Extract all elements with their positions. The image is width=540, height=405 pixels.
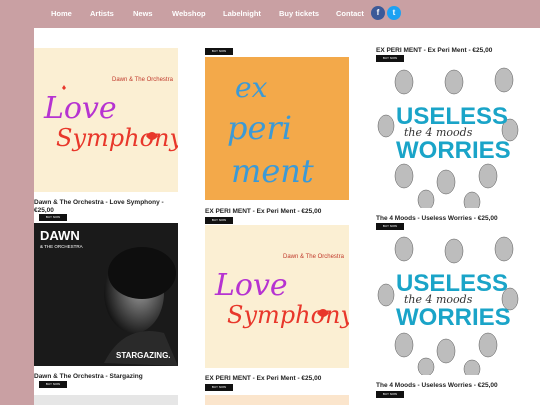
product-caption-love-symphony[interactable]: Dawn & The Orchestra - Love Symphony - €… (34, 199, 184, 214)
art-title-line1: ex (235, 71, 268, 104)
album-cover-ex-peri-ment[interactable]: ex peri ment (205, 57, 349, 200)
next-product-image-partial (205, 395, 349, 405)
buy-now-button[interactable]: BUY NOW (376, 55, 404, 62)
art-script: the 4 moods (404, 126, 473, 139)
art-title-line2: Symphony (56, 124, 178, 152)
art-title-line1: Love (43, 91, 117, 126)
ex-peri-ment-art: ex peri ment (205, 57, 349, 200)
album-cover-love-symphony-2[interactable]: Dawn & The Orchestra Love Symphony (205, 225, 349, 368)
buy-now-button[interactable]: BUY NOW (376, 391, 404, 398)
product-card-love-symphony-2[interactable]: Dawn & The Orchestra Love Symphony EX PE… (205, 223, 365, 405)
album-cover-stargazing[interactable]: DAWN & THE ORCHESTRA STARGAZING. (34, 223, 178, 366)
love-symphony-art-2: Dawn & The Orchestra Love Symphony (214, 254, 349, 329)
product-card-useless-worries-2[interactable]: USELESS WORRIES the 4 moods The 4 Moods … (376, 233, 540, 405)
art-title-line2: Symphony (227, 301, 349, 329)
product-caption-useless-worries-2[interactable]: The 4 Moods - Useless Worries - €25,00 (376, 382, 536, 390)
nav-artists[interactable]: Artists (90, 9, 114, 18)
product-caption-ex-peri-ment-2[interactable]: EX PERI MENT - Ex Peri Ment - €25,00 (205, 375, 355, 383)
stargazing-art: DAWN & THE ORCHESTRA STARGAZING. (34, 223, 178, 366)
top-navigation: Home Artists News Webshop Labelnight Buy… (0, 0, 540, 28)
album-cover-useless-worries[interactable]: USELESS WORRIES the 4 moods (376, 64, 520, 208)
buy-now-button[interactable]: BUY NOW (39, 214, 67, 221)
useless-worries-art: USELESS WORRIES the 4 moods (377, 67, 519, 208)
twitter-icon[interactable]: t (387, 6, 401, 20)
facebook-icon[interactable]: f (371, 6, 385, 20)
art-title-line2: peri (227, 109, 292, 147)
art-artist-name: Dawn & The Orchestra (283, 254, 345, 260)
buy-now-button[interactable]: BUY NOW (376, 223, 404, 230)
art-script: the 4 moods (404, 293, 473, 306)
webshop-grid: Dawn & The Orchestra Love Symphony Dawn … (34, 28, 540, 405)
nav-buy-tickets[interactable]: Buy tickets (279, 9, 319, 18)
art-title: STARGAZING. (116, 351, 171, 360)
art-title-line2: WORRIES (396, 304, 511, 331)
product-card-stargazing[interactable]: DAWN & THE ORCHESTRA STARGAZING. Dawn & … (34, 223, 194, 405)
love-symphony-art: Dawn & The Orchestra Love Symphony (43, 77, 178, 152)
nav-home[interactable]: Home (51, 9, 72, 18)
art-artist-name: Dawn & The Orchestra (112, 77, 174, 83)
product-card-love-symphony[interactable]: Dawn & The Orchestra Love Symphony Dawn … (34, 28, 194, 223)
art-artist-name: DAWN (40, 228, 80, 243)
nav-news[interactable]: News (133, 9, 153, 18)
product-card-useless-worries[interactable]: EX PERI MENT - Ex Peri Ment - €25,00 BUY… (376, 28, 540, 230)
product-caption-stargazing[interactable]: Dawn & The Orchestra - Stargazing (34, 373, 184, 381)
art-title-line1: Love (214, 268, 288, 303)
nav-webshop[interactable]: Webshop (172, 9, 206, 18)
product-caption-ex-peri-ment[interactable]: EX PERI MENT - Ex Peri Ment - €25,00 (205, 208, 355, 216)
useless-worries-art-2: USELESS WORRIES the 4 moods (377, 236, 519, 375)
buy-now-button[interactable]: BUY NOW (205, 384, 233, 391)
art-title-line3: ment (231, 152, 314, 190)
art-title-line2: WORRIES (396, 137, 511, 164)
art-artist-sub: & THE ORCHESTRA (40, 244, 83, 249)
nav-labelnight[interactable]: Labelnight (223, 9, 261, 18)
product-caption-ex-peri-ment-top[interactable]: EX PERI MENT - Ex Peri Ment - €25,00 (376, 47, 536, 55)
next-product-image-partial (34, 395, 178, 405)
nav-contact[interactable]: Contact (336, 9, 364, 18)
buy-now-button[interactable]: BUY NOW (205, 48, 233, 55)
album-cover-useless-worries-2[interactable]: USELESS WORRIES the 4 moods (376, 233, 520, 375)
product-caption-useless-worries[interactable]: The 4 Moods - Useless Worries - €25,00 (376, 215, 536, 223)
album-cover-love-symphony[interactable]: Dawn & The Orchestra Love Symphony (34, 48, 178, 192)
product-card-ex-peri-ment[interactable]: BUY NOW ex peri ment EX PERI MENT - Ex P… (205, 28, 365, 228)
buy-now-button[interactable]: BUY NOW (39, 381, 67, 388)
